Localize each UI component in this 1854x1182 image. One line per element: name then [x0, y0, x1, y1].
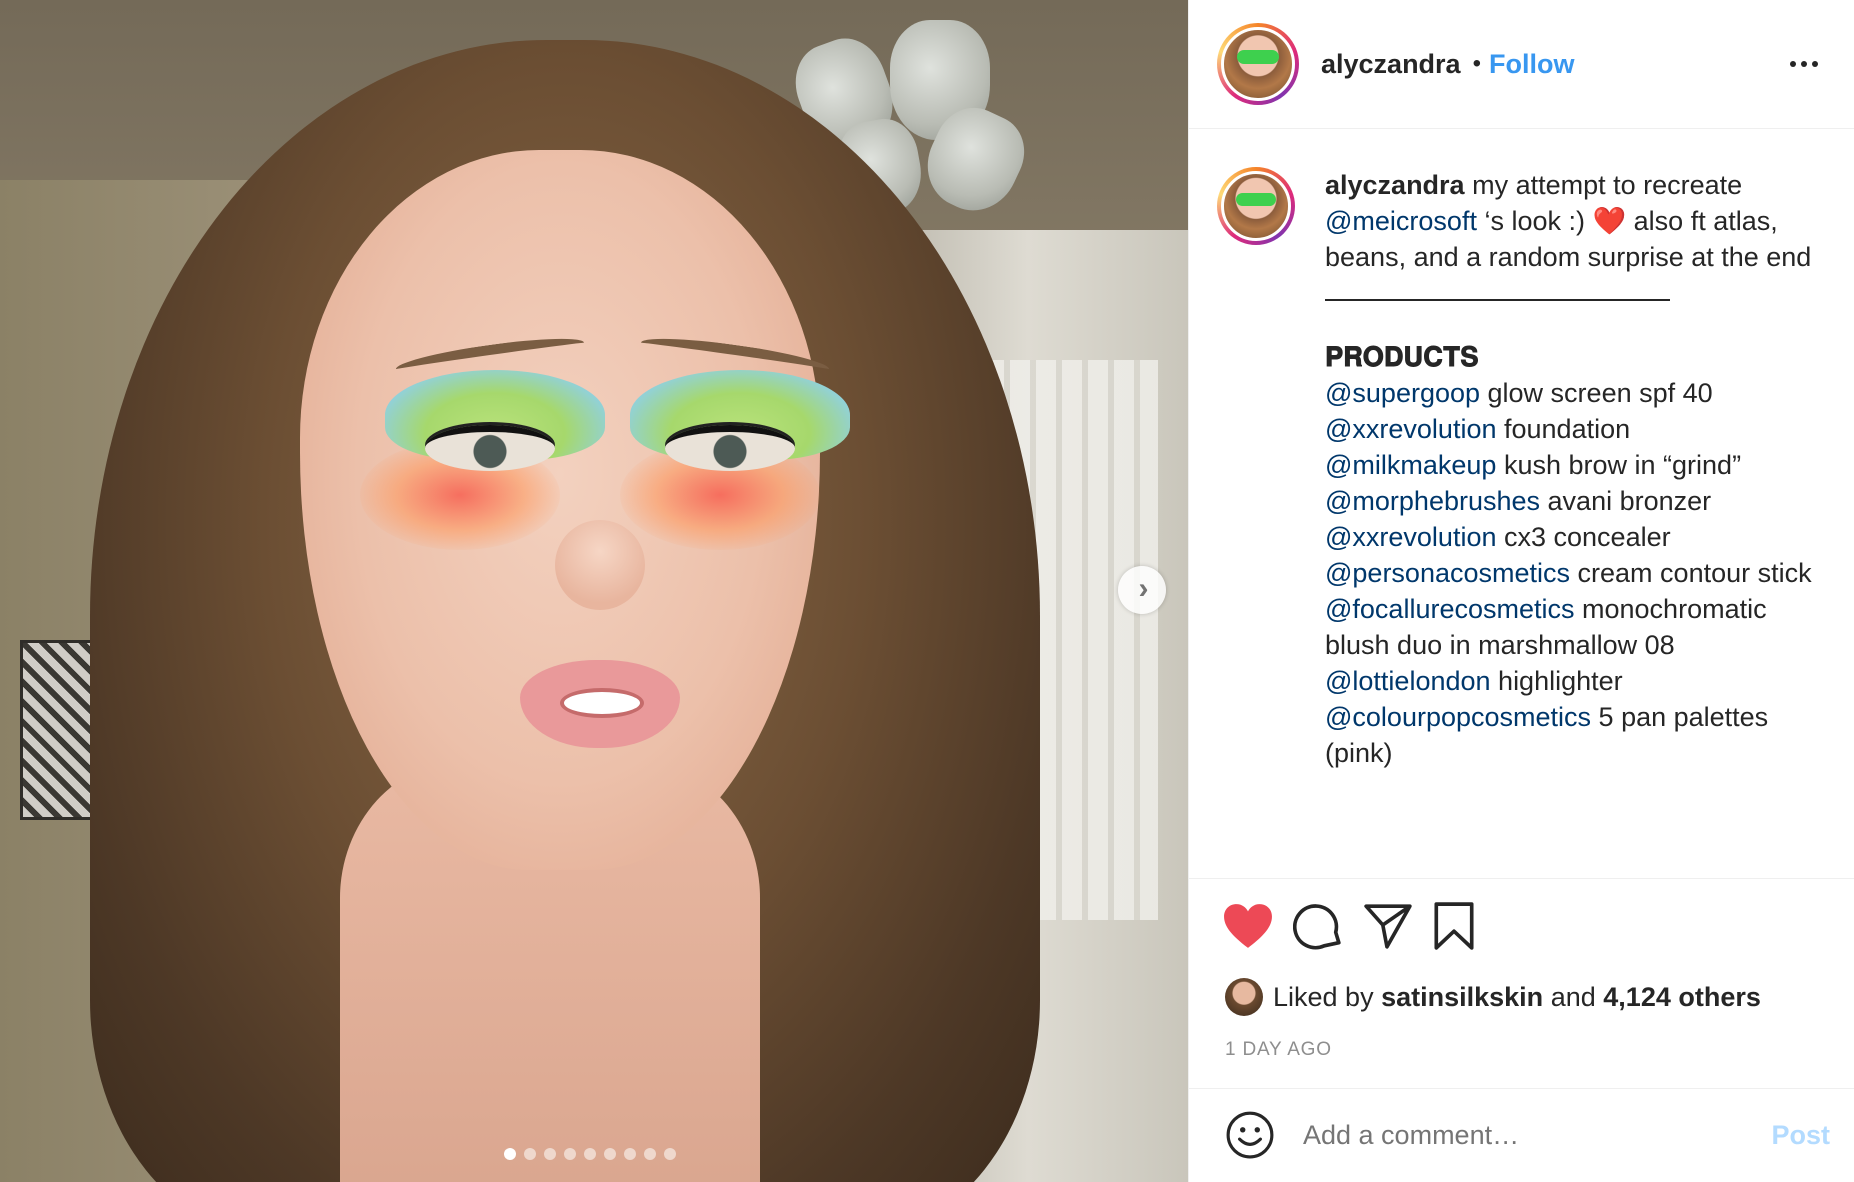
product-mention-link[interactable]: @xxrevolution — [1325, 414, 1496, 444]
carousel-next-button[interactable]: › — [1118, 566, 1166, 614]
product-text: foundation — [1504, 414, 1631, 445]
photo-eye-right — [665, 425, 795, 471]
chevron-right-icon: › — [1138, 571, 1149, 605]
liker-username-link[interactable]: satinsilkskin — [1381, 982, 1543, 1013]
product-mention-link[interactable]: @lottielondon — [1325, 666, 1491, 696]
heart-emoji: ❤️ — [1592, 206, 1627, 237]
carousel-indicator — [504, 1148, 676, 1160]
caption-text-part: ‘s look :) — [1484, 206, 1585, 237]
carousel-dot — [584, 1148, 596, 1160]
product-line: @xxrevolution cx3 concealer — [1325, 519, 1815, 555]
follow-button[interactable]: Follow — [1489, 49, 1574, 80]
heart-filled-icon — [1224, 904, 1272, 949]
liker-avatar[interactable] — [1225, 978, 1263, 1017]
like-button[interactable] — [1223, 903, 1273, 949]
carousel-dot — [564, 1148, 576, 1160]
product-mention-link[interactable]: @xxrevolution — [1325, 522, 1496, 552]
caption-text-part: my attempt to recreate — [1472, 170, 1743, 201]
header-username-link[interactable]: alyczandra — [1321, 49, 1461, 80]
post-frame: › alyczandra • Follow alyczandra my atte… — [0, 0, 1854, 1182]
avatar[interactable] — [1217, 23, 1299, 106]
product-mention-link[interactable]: @morphebrushes — [1325, 486, 1540, 516]
likes-count-link[interactable]: 4,124 others — [1603, 982, 1761, 1013]
smiley-icon[interactable] — [1225, 1110, 1275, 1160]
photo-eye-left — [425, 425, 555, 471]
comment-input[interactable] — [1303, 1119, 1772, 1151]
likes-and: and — [1550, 981, 1596, 1012]
likes-summary: Liked by satinsilkskin and 4,124 others — [1189, 974, 1854, 1021]
product-text: glow screen spf 40 — [1487, 378, 1713, 409]
photo-wall-art — [20, 640, 95, 820]
product-line: @milkmakeup kush brow in “grind” — [1325, 447, 1815, 483]
comment-bubble-icon — [1293, 904, 1341, 950]
caption-username-link[interactable]: alyczandra — [1325, 170, 1465, 200]
caption: alyczandra my attempt to recreate @meicr… — [1189, 129, 1854, 771]
photo-mouth — [560, 688, 644, 718]
post-comment-button[interactable]: Post — [1771, 1120, 1830, 1151]
carousel-dot — [664, 1148, 676, 1160]
product-text: avani bronzer — [1547, 486, 1712, 517]
bookmark-icon — [1434, 902, 1474, 951]
caption-divider — [1325, 299, 1670, 302]
paper-plane-icon — [1364, 904, 1412, 950]
product-mention-link[interactable]: @colourpopcosmetics — [1325, 702, 1591, 732]
product-text: highlighter — [1498, 666, 1623, 697]
carousel-dot — [644, 1148, 656, 1160]
product-mention-link[interactable]: @supergoop — [1325, 378, 1480, 408]
avatar-image — [1221, 171, 1291, 242]
product-text: cream contour stick — [1577, 558, 1812, 589]
product-text: kush brow in “grind” — [1503, 450, 1742, 481]
product-text: cx3 concealer — [1504, 522, 1671, 553]
carousel-dot — [624, 1148, 636, 1160]
more-horizontal-icon[interactable] — [1782, 49, 1826, 79]
product-line: @xxrevolution foundation — [1325, 411, 1815, 447]
products-list: @supergoop glow screen spf 40 @xxrevoluti… — [1325, 375, 1815, 771]
post-header: alyczandra • Follow — [1189, 0, 1854, 130]
carousel-dot — [604, 1148, 616, 1160]
caption-avatar[interactable] — [1217, 167, 1295, 246]
action-bar — [1189, 879, 1854, 973]
header-separator: • — [1472, 50, 1481, 78]
product-mention-link[interactable]: @milkmakeup — [1325, 450, 1496, 480]
photo-nose — [555, 520, 645, 610]
product-line: @focallurecosmetics monochromatic blush … — [1325, 591, 1815, 663]
comment-button[interactable] — [1293, 901, 1343, 951]
product-line: @colourpopcosmetics 5 pan palettes (pink… — [1325, 699, 1815, 771]
comments-list[interactable]: alyczandra my attempt to recreate @meicr… — [1189, 129, 1854, 880]
carousel-dot — [544, 1148, 556, 1160]
carousel-dot — [504, 1148, 516, 1160]
products-heading: 𝐏𝐑𝐎𝐃𝐔𝐂𝐓𝐒 — [1325, 342, 1479, 373]
product-line: @supergoop glow screen spf 40 — [1325, 375, 1815, 411]
product-mention-link[interactable]: @personacosmetics — [1325, 558, 1570, 588]
carousel-dot — [524, 1148, 536, 1160]
share-button[interactable] — [1363, 902, 1413, 950]
product-mention-link[interactable]: @focallurecosmetics — [1325, 594, 1575, 624]
post-timestamp[interactable]: 1 DAY AGO — [1189, 1021, 1854, 1088]
caption-text: alyczandra my attempt to recreate @meicr… — [1325, 167, 1815, 771]
post-photo[interactable]: › — [0, 0, 1188, 1182]
likes-prefix: Liked by — [1273, 981, 1374, 1012]
product-line: @lottielondon highlighter — [1325, 663, 1815, 699]
avatar-image — [1221, 27, 1295, 102]
product-line: @personacosmetics cream contour stick — [1325, 555, 1815, 591]
save-button[interactable] — [1433, 901, 1475, 951]
product-line: @morphebrushes avani bronzer — [1325, 483, 1815, 519]
comment-form: Post — [1189, 1087, 1854, 1182]
caption-mention-link[interactable]: @meicrosoft — [1325, 206, 1477, 236]
post-side-panel: alyczandra • Follow alyczandra my attemp… — [1188, 0, 1854, 1182]
